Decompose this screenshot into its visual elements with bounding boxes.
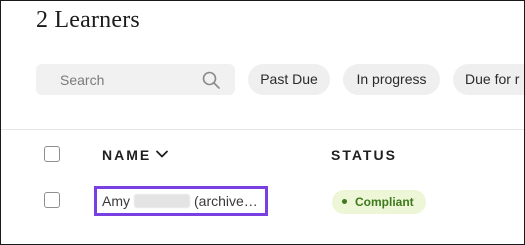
select-all-checkbox[interactable] [44,146,60,162]
filter-chip-due-for[interactable]: Due for r [453,64,524,95]
filter-chip-past-due[interactable]: Past Due [248,64,330,95]
page-title: 2 Learners [36,7,140,33]
column-header-name[interactable]: NAME [102,147,169,163]
table-header-divider [1,129,524,130]
status-dot-icon [342,199,347,204]
search-icon[interactable] [201,70,221,90]
row-checkbox[interactable] [44,192,60,208]
learner-name-suffix: (archive… [194,193,258,209]
learner-name-link[interactable]: Amy (archive… [94,186,268,216]
chevron-down-icon[interactable] [155,147,169,161]
learner-first-name: Amy [102,193,130,209]
column-header-status[interactable]: STATUS [331,147,397,163]
search-input[interactable]: Search [36,64,235,95]
status-badge: Compliant [332,190,426,214]
column-header-name-label: NAME [102,147,152,163]
filter-chip-in-progress[interactable]: In progress [343,64,440,95]
redacted-last-name [134,194,190,208]
search-placeholder: Search [60,72,105,88]
status-badge-label: Compliant [355,195,414,209]
learners-panel: 2 Learners Search Past Due In progress D… [0,0,525,245]
